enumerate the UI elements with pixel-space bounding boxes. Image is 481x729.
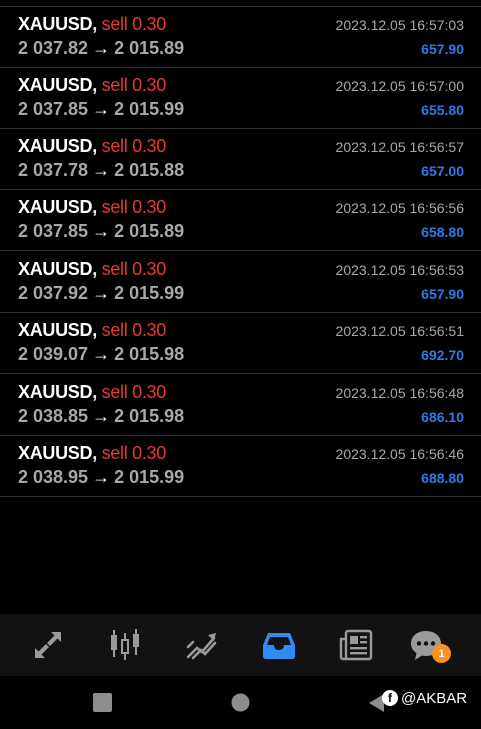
- arrow-right-icon: →: [92, 160, 111, 180]
- tab-news[interactable]: [316, 614, 396, 676]
- trade-chart-icon: [186, 633, 217, 660]
- recent-apps-button[interactable]: [93, 693, 112, 717]
- trade-profit: 688.80: [421, 470, 464, 486]
- trade-row[interactable]: XAUUSD, sell 0.30 2 039.07 → 2 015.98 2023…: [0, 313, 481, 374]
- open-price: 2 037.92: [18, 283, 89, 303]
- symbol-label: XAUUSD,: [18, 75, 97, 95]
- side-label: sell 0.30: [101, 320, 167, 340]
- arrow-right-icon: →: [92, 406, 111, 426]
- symbol-label: XAUUSD,: [18, 320, 97, 340]
- watermark-text: @AKBAR: [401, 689, 468, 707]
- side-label: sell 0.30: [101, 259, 167, 279]
- open-price: 2 037.82: [18, 38, 89, 58]
- trade-row[interactable]: XAUUSD, sell 0.30 2 038.85 → 2 015.98 2023…: [0, 375, 481, 436]
- close-price: 2 015.89: [114, 221, 185, 241]
- news-icon: [339, 629, 373, 661]
- trade-row[interactable]: XAUUSD, sell 0.30 2 037.85 → 2 015.99 2023…: [0, 68, 481, 129]
- trade-time: 2023.12.05 16:56:46: [335, 446, 464, 462]
- open-price: 2 037.85: [18, 221, 89, 241]
- arrow-right-icon: →: [92, 99, 111, 119]
- open-price: 2 038.95: [18, 467, 89, 487]
- trade-time: 2023.12.05 16:56:56: [335, 200, 464, 216]
- trade-time: 2023.12.05 16:57:03: [335, 17, 464, 33]
- open-price: 2 039.07: [18, 344, 89, 364]
- side-label: sell 0.30: [101, 14, 167, 34]
- arrow-right-icon: →: [92, 467, 111, 487]
- close-price: 2 015.89: [114, 38, 185, 58]
- arrow-right-icon: →: [92, 38, 111, 58]
- tab-quotes[interactable]: [8, 614, 88, 676]
- trade-row[interactable]: XAUUSD, sell 0.30 2 038.95 → 2 015.99 2023…: [0, 436, 481, 497]
- watermark: f @AKBAR: [382, 688, 467, 708]
- trade-profit: 692.70: [421, 347, 464, 363]
- trade-profit: 658.80: [421, 224, 464, 240]
- square-icon: [93, 693, 112, 712]
- candlestick-chart-icon: [111, 629, 139, 660]
- trade-time: 2023.12.05 16:56:53: [335, 262, 464, 278]
- side-label: sell 0.30: [101, 443, 167, 463]
- side-label: sell 0.30: [101, 197, 167, 217]
- close-price: 2 015.99: [114, 283, 185, 303]
- symbol-label: XAUUSD,: [18, 382, 97, 402]
- quotes-arrows-icon: [35, 632, 61, 658]
- trade-profit: 686.10: [421, 409, 464, 425]
- trade-profit: 657.90: [421, 41, 464, 57]
- row-divider: [0, 250, 481, 251]
- close-price: 2 015.88: [114, 160, 185, 180]
- open-price: 2 038.85: [18, 406, 89, 426]
- side-label: sell 0.30: [101, 136, 167, 156]
- bottom-tab-bar: [0, 614, 481, 676]
- trade-time: 2023.12.05 16:56:51: [335, 323, 464, 339]
- facebook-icon: f: [382, 690, 398, 706]
- close-price: 2 015.99: [114, 467, 185, 487]
- tab-trade[interactable]: [162, 614, 242, 676]
- side-label: sell 0.30: [101, 382, 167, 402]
- trade-row[interactable]: XAUUSD, sell 0.30 2 037.82 → 2 015.89 2023…: [0, 7, 481, 68]
- tab-history[interactable]: [239, 614, 319, 676]
- symbol-label: XAUUSD,: [18, 443, 97, 463]
- symbol-label: XAUUSD,: [18, 14, 97, 34]
- trade-profit: 657.00: [421, 163, 464, 179]
- home-button[interactable]: [231, 693, 250, 717]
- history-inbox-icon: [263, 633, 295, 659]
- close-price: 2 015.99: [114, 99, 185, 119]
- close-price: 2 015.98: [114, 344, 185, 364]
- trade-time: 2023.12.05 16:56:57: [335, 139, 464, 155]
- symbol-label: XAUUSD,: [18, 197, 97, 217]
- symbol-label: XAUUSD,: [18, 136, 97, 156]
- trade-row[interactable]: XAUUSD, sell 0.30 2 037.92 → 2 015.99 2023…: [0, 252, 481, 313]
- open-price: 2 037.85: [18, 99, 89, 119]
- trade-profit: 655.80: [421, 102, 464, 118]
- arrow-right-icon: →: [92, 344, 111, 364]
- arrow-right-icon: →: [92, 283, 111, 303]
- trade-row[interactable]: XAUUSD, sell 0.30 2 037.85 → 2 015.89 2023…: [0, 190, 481, 251]
- trade-profit: 657.90: [421, 286, 464, 302]
- arrow-right-icon: →: [92, 221, 111, 241]
- symbol-label: XAUUSD,: [18, 259, 97, 279]
- open-price: 2 037.78: [18, 160, 89, 180]
- chat-badge: 1: [432, 644, 451, 663]
- tab-chart[interactable]: [85, 614, 165, 676]
- side-label: sell 0.30: [101, 75, 167, 95]
- trade-time: 2023.12.05 16:57:00: [335, 78, 464, 94]
- trade-time: 2023.12.05 16:56:48: [335, 385, 464, 401]
- trade-row[interactable]: XAUUSD, sell 0.30 2 037.78 → 2 015.88 2023…: [0, 129, 481, 190]
- row-divider: [0, 373, 481, 374]
- row-divider: [0, 496, 481, 497]
- tab-chat[interactable]: [386, 614, 466, 676]
- circle-icon: [231, 693, 250, 712]
- close-price: 2 015.98: [114, 406, 185, 426]
